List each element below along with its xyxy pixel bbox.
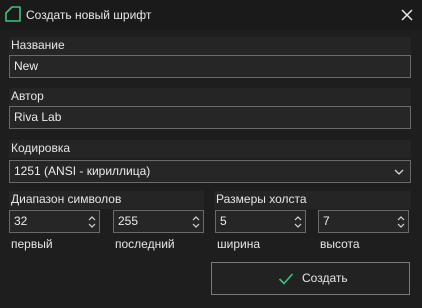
- title-bar: Создать новый шрифт: [0, 0, 422, 30]
- first-char-value: 32: [14, 214, 28, 228]
- window-title: Создать новый шрифт: [26, 8, 152, 22]
- canvas-width-caption: ширина: [217, 237, 261, 251]
- spin-down-icon[interactable]: [294, 223, 302, 229]
- encoding-select[interactable]: 1251 (ANSI - кириллица): [9, 160, 411, 183]
- spin-up-icon[interactable]: [294, 215, 302, 221]
- spin-up-icon[interactable]: [397, 215, 405, 221]
- create-button-label: Создать: [302, 271, 348, 285]
- canvas-width-stepper[interactable]: 5: [215, 210, 306, 233]
- first-char-caption: первый: [11, 237, 53, 251]
- spin-down-icon[interactable]: [397, 223, 405, 229]
- canvas-height-caption: высота: [320, 237, 360, 251]
- char-range-label: Диапазон символов: [9, 191, 204, 209]
- app-icon: [5, 6, 21, 22]
- last-char-stepper[interactable]: 255: [113, 210, 204, 233]
- canvas-height-value: 7: [323, 214, 330, 228]
- canvas-width-value: 5: [220, 214, 227, 228]
- encoding-value: 1251 (ANSI - кириллица): [14, 164, 151, 178]
- name-label: Название: [9, 37, 411, 55]
- name-input[interactable]: New: [9, 55, 411, 78]
- spin-down-icon[interactable]: [192, 223, 200, 229]
- first-char-stepper[interactable]: 32: [9, 210, 100, 233]
- close-icon: [401, 9, 413, 21]
- chevron-down-icon: [394, 169, 404, 175]
- spin-down-icon[interactable]: [88, 223, 96, 229]
- close-button[interactable]: [392, 0, 422, 30]
- canvas-height-stepper[interactable]: 7: [318, 210, 409, 233]
- author-label: Автор: [9, 88, 411, 106]
- author-input[interactable]: Riva Lab: [9, 106, 411, 129]
- encoding-label: Кодировка: [9, 140, 411, 158]
- canvas-size-label: Размеры холста: [214, 191, 411, 209]
- spin-up-icon[interactable]: [192, 215, 200, 221]
- check-icon: [278, 273, 294, 285]
- spin-up-icon[interactable]: [88, 215, 96, 221]
- last-char-caption: последний: [115, 237, 175, 251]
- last-char-value: 255: [118, 214, 139, 228]
- create-button[interactable]: Создать: [211, 262, 410, 295]
